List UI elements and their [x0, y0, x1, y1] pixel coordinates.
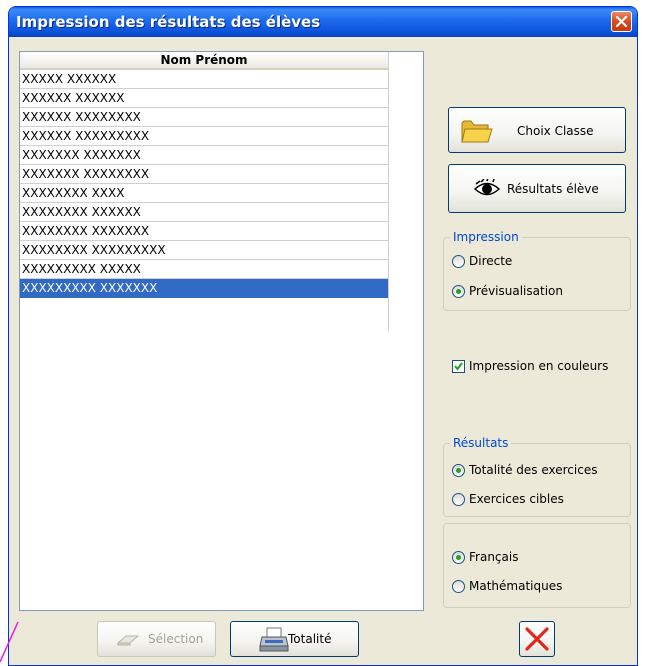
list-item[interactable]: XXXXXXXX XXXXXX: [20, 203, 388, 222]
list-item[interactable]: XXXXXXX XXXXXXXX: [20, 165, 388, 184]
pink-drag-line: [0, 621, 19, 663]
totalite-exercices-radio[interactable]: [452, 464, 465, 477]
student-list[interactable]: Nom Prénom XXXXX XXXXXX XXXXXX XXXXXX XX…: [19, 51, 424, 611]
folder-icon: [461, 120, 493, 143]
totalite-button[interactable]: Totalité: [230, 621, 359, 657]
list-item[interactable]: XXXXX XXXXXX: [20, 70, 388, 89]
dialog-window: Impression des résultats des élèves Nom …: [8, 6, 638, 666]
list-item[interactable]: XXXXXX XXXXXXXXX: [20, 127, 388, 146]
choix-classe-button[interactable]: Choix Classe: [448, 107, 626, 153]
list-item[interactable]: XXXXXX XXXXXX: [20, 89, 388, 108]
mathematiques-radio[interactable]: [452, 580, 465, 593]
close-icon: [615, 15, 628, 28]
impression-group: Impression Directe Prévisualisation: [443, 230, 631, 311]
totalite-exercices-label: Totalité des exercices: [469, 463, 598, 477]
cancel-button[interactable]: [519, 621, 555, 657]
list-item[interactable]: XXXXXXXXX XXXXX: [20, 260, 388, 279]
printer-icon: [259, 627, 289, 652]
totalite-label: Totalité: [288, 632, 332, 646]
list-item[interactable]: XXXXXXX XXXXXXX: [20, 146, 388, 165]
exercices-cibles-radio[interactable]: [452, 493, 465, 506]
list-item[interactable]: XXXXXXXX XXXXXXX: [20, 222, 388, 241]
resultats-eleve-label: Résultats élève: [507, 182, 599, 196]
resultats-group: Résultats Totalité des exercices Exercic…: [443, 436, 631, 517]
list-item[interactable]: XXXXXXXX XXXX: [20, 184, 388, 203]
list-item[interactable]: XXXXXX XXXXXXXX: [20, 108, 388, 127]
title-bar[interactable]: Impression des résultats des élèves: [9, 7, 637, 37]
list-item-selected[interactable]: XXXXXXXXX XXXXXXX: [20, 279, 388, 298]
eye-icon: [473, 179, 501, 196]
resultats-group-title: Résultats: [450, 436, 512, 450]
column-divider: [388, 52, 389, 331]
red-cross-icon: [525, 627, 549, 651]
directe-label: Directe: [469, 254, 513, 268]
dialog-client: Nom Prénom XXXXX XXXXXX XXXXXX XXXXXX XX…: [12, 37, 634, 665]
francais-radio[interactable]: [452, 551, 465, 564]
eraser-icon: [116, 635, 140, 646]
list-item[interactable]: XXXXXXXX XXXXXXXXX: [20, 241, 388, 260]
list-header-nom-prenom[interactable]: Nom Prénom: [20, 52, 388, 70]
selection-button[interactable]: Sélection: [97, 621, 216, 657]
impression-group-title: Impression: [450, 230, 522, 244]
directe-radio[interactable]: [452, 255, 465, 268]
mathematiques-label: Mathématiques: [469, 579, 563, 593]
matiere-group: Français Mathématiques: [443, 523, 631, 608]
resultats-eleve-button[interactable]: Résultats élève: [448, 164, 626, 213]
couleurs-checkbox[interactable]: [452, 360, 465, 373]
selection-label: Sélection: [148, 632, 204, 646]
close-button[interactable]: [611, 11, 632, 32]
francais-label: Français: [469, 550, 519, 564]
checkmark-icon: [454, 362, 463, 371]
previsualisation-radio[interactable]: [452, 285, 465, 298]
previsualisation-label: Prévisualisation: [469, 284, 563, 298]
couleurs-label[interactable]: Impression en couleurs: [469, 359, 608, 374]
exercices-cibles-label: Exercices cibles: [469, 492, 564, 506]
choix-classe-label: Choix Classe: [517, 124, 594, 138]
window-title: Impression des résultats des élèves: [16, 13, 321, 31]
